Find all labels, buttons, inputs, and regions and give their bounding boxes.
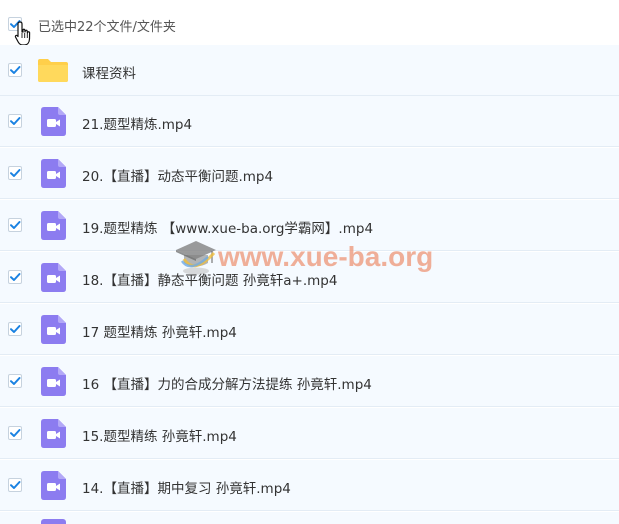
row-checkbox[interactable] bbox=[8, 218, 22, 232]
selection-header: 已选中22个文件/文件夹 bbox=[0, 0, 619, 46]
row-checkbox[interactable] bbox=[8, 374, 22, 388]
checkmark-icon bbox=[10, 429, 21, 437]
video-file-icon bbox=[41, 419, 66, 448]
list-item[interactable]: 20.【直播】动态平衡问题.mp4 bbox=[0, 148, 619, 199]
video-file-icon bbox=[41, 367, 66, 396]
row-checkbox[interactable] bbox=[8, 63, 22, 77]
checkmark-icon bbox=[10, 325, 21, 333]
file-name[interactable]: 15.题型精练 孙竟轩.mp4 bbox=[82, 425, 237, 445]
checkmark-icon bbox=[10, 221, 21, 229]
row-checkbox[interactable] bbox=[8, 426, 22, 440]
row-checkbox[interactable] bbox=[8, 270, 22, 284]
checkmark-icon bbox=[10, 273, 21, 281]
file-name[interactable]: 17 题型精炼 孙竟轩.mp4 bbox=[82, 321, 237, 341]
video-file-icon bbox=[41, 159, 66, 188]
list-item[interactable]: 19.题型精炼 【www.xue-ba.org学霸网】.mp4 bbox=[0, 200, 619, 251]
list-item[interactable]: 课程资料 bbox=[0, 45, 619, 96]
row-checkbox[interactable] bbox=[8, 114, 22, 128]
file-name[interactable]: 18.【直播】静态平衡问题 孙竟轩a+.mp4 bbox=[82, 269, 337, 289]
file-name[interactable]: 21.题型精炼.mp4 bbox=[82, 113, 192, 133]
checkmark-icon bbox=[10, 169, 21, 177]
selection-count-label: 已选中22个文件/文件夹 bbox=[38, 20, 176, 35]
checkmark-icon bbox=[10, 481, 21, 489]
list-item-partial[interactable] bbox=[0, 512, 619, 524]
file-name[interactable]: 19.题型精炼 【www.xue-ba.org学霸网】.mp4 bbox=[82, 217, 373, 237]
file-name[interactable]: 课程资料 bbox=[82, 62, 136, 82]
folder-icon bbox=[38, 59, 68, 82]
video-file-icon bbox=[41, 107, 66, 136]
list-item[interactable]: 18.【直播】静态平衡问题 孙竟轩a+.mp4 bbox=[0, 252, 619, 303]
row-checkbox[interactable] bbox=[8, 478, 22, 492]
file-name[interactable]: 14.【直播】期中复习 孙竟轩.mp4 bbox=[82, 477, 291, 497]
list-item[interactable]: 16 【直播】力的合成分解方法提练 孙竟轩.mp4 bbox=[0, 356, 619, 407]
video-file-icon bbox=[41, 211, 66, 240]
file-name[interactable]: 16 【直播】力的合成分解方法提练 孙竟轩.mp4 bbox=[82, 373, 372, 393]
checkmark-icon bbox=[10, 117, 21, 125]
video-file-icon bbox=[41, 471, 66, 500]
list-item[interactable]: 17 题型精炼 孙竟轩.mp4 bbox=[0, 304, 619, 355]
video-file-icon bbox=[41, 315, 66, 344]
row-checkbox[interactable] bbox=[8, 322, 22, 336]
checkmark-icon bbox=[10, 66, 21, 74]
list-item[interactable]: 21.题型精炼.mp4 bbox=[0, 96, 619, 147]
video-file-icon bbox=[41, 519, 66, 524]
checkmark-icon bbox=[10, 377, 21, 385]
video-file-icon bbox=[41, 263, 66, 292]
list-item[interactable]: 15.题型精练 孙竟轩.mp4 bbox=[0, 408, 619, 459]
row-checkbox[interactable] bbox=[8, 166, 22, 180]
file-name[interactable]: 20.【直播】动态平衡问题.mp4 bbox=[82, 165, 273, 185]
list-item[interactable]: 14.【直播】期中复习 孙竟轩.mp4 bbox=[0, 460, 619, 511]
